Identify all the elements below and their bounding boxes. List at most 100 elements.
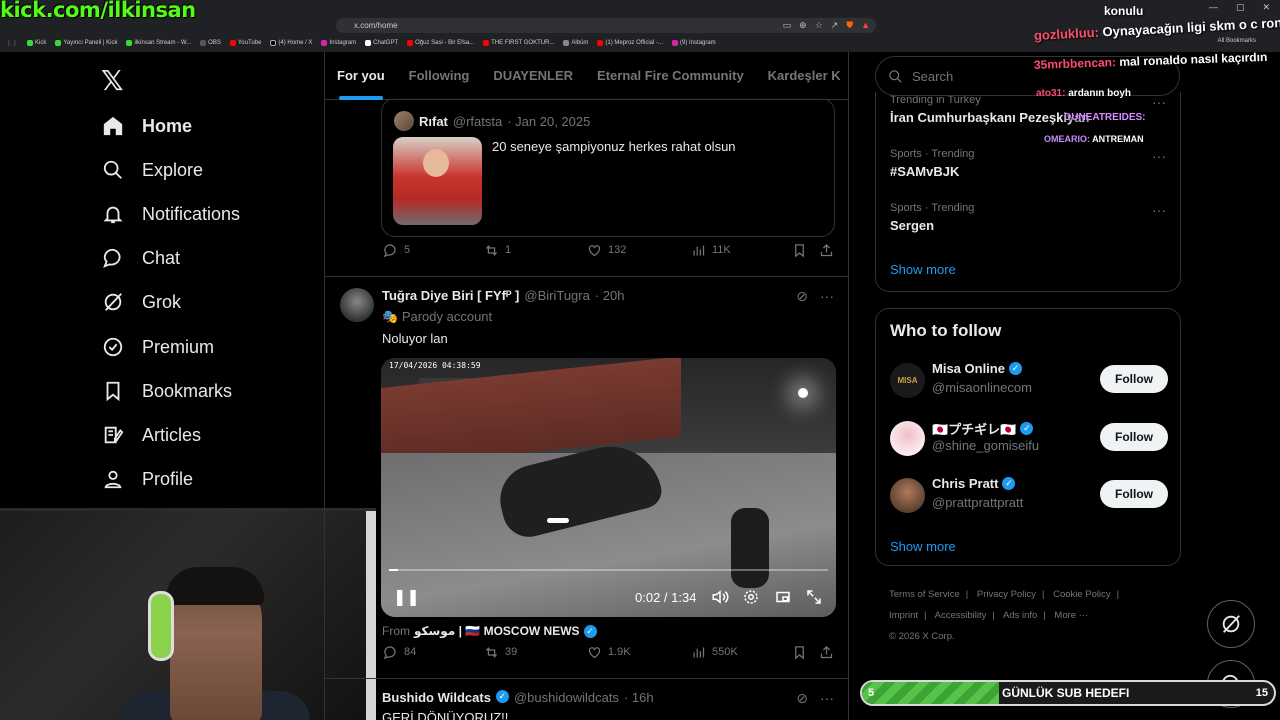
bookmark-button[interactable] xyxy=(792,645,807,660)
nav-grok[interactable]: Grok xyxy=(102,287,181,317)
bookmark-6[interactable]: Instagram xyxy=(321,40,356,46)
nav-articles[interactable]: Articles xyxy=(102,420,201,450)
share-icon[interactable]: ↗ xyxy=(831,20,839,31)
repost-button[interactable]: 1 xyxy=(484,243,511,258)
avatar[interactable] xyxy=(890,421,925,456)
quoted-author-name[interactable]: Rıfat xyxy=(419,114,448,129)
post-author-handle[interactable]: @bushidowildcats xyxy=(514,690,619,705)
bookmark-button[interactable] xyxy=(792,243,807,258)
follow-suggestion[interactable]: Chris Pratt ✓ @prattprattpratt Follow xyxy=(890,476,1168,516)
cast-icon[interactable]: ▭ xyxy=(783,20,792,31)
grok-fab-button[interactable] xyxy=(1207,600,1255,648)
bookmark-8[interactable]: Oğuz Sasi - Bir Efsa... xyxy=(407,40,474,46)
rewards-icon[interactable]: ▲ xyxy=(861,20,870,31)
trend-item[interactable]: Sports · Trending #SAMvBJK xyxy=(890,148,974,179)
footer-imprint[interactable]: Imprint xyxy=(889,610,918,621)
star-icon[interactable]: ☆ xyxy=(815,20,823,31)
source-account[interactable]: موسكو | 🇷🇺 MOSCOW NEWS xyxy=(414,624,580,638)
bookmark-12[interactable]: (9) Instagram xyxy=(672,40,716,46)
bookmark-9[interactable]: THE FIRST GOKTUR... xyxy=(483,40,554,46)
post-author-name[interactable]: Bushido Wildcats xyxy=(382,690,491,705)
tab-kardesler[interactable]: Kardeşler K xyxy=(756,52,848,100)
tab-following[interactable]: Following xyxy=(397,52,482,100)
bookmark-11[interactable]: (1) Meproz Official -... xyxy=(597,40,663,46)
address-bar[interactable]: x.com/home ▭ ⊕ ☆ ↗ ⛊ ▲ xyxy=(336,18,876,33)
like-button[interactable]: 1.9K xyxy=(587,645,631,660)
minimize-icon[interactable]: — xyxy=(1209,2,1218,13)
post-author-handle[interactable]: @BiriTugra xyxy=(524,288,589,303)
reply-button[interactable]: 5 xyxy=(383,243,410,258)
avatar[interactable] xyxy=(394,111,414,131)
reply-button[interactable]: 84 xyxy=(383,645,416,660)
more-icon[interactable]: ··· xyxy=(820,690,834,707)
follow-show-more[interactable]: Show more xyxy=(890,539,956,554)
nav-bookmarks[interactable]: Bookmarks xyxy=(102,376,232,406)
more-icon[interactable]: ··· xyxy=(1152,94,1166,110)
bookmark-1[interactable]: Yayıncı Paneli | Kick xyxy=(55,40,117,46)
follow-suggestion[interactable]: 🇯🇵プチギレ🇯🇵 ✓ @shine_gomiseifu Follow xyxy=(890,419,1168,459)
pause-icon[interactable]: ❚❚ xyxy=(393,587,420,607)
follow-button[interactable]: Follow xyxy=(1100,480,1168,508)
footer-ads-info[interactable]: Ads info xyxy=(1003,610,1037,621)
nav-profile[interactable]: Profile xyxy=(102,464,193,494)
footer-privacy[interactable]: Privacy Policy xyxy=(977,589,1036,600)
x-logo-icon[interactable]: 𝕏 xyxy=(101,64,124,97)
volume-icon[interactable] xyxy=(711,588,729,606)
video-player[interactable]: 17/04/2026 04:38:59 ❚❚ 0:02 / 1:34 xyxy=(381,358,836,617)
tab-eternal-fire[interactable]: Eternal Fire Community xyxy=(585,52,756,100)
bookmark-5[interactable]: (4) Home / X xyxy=(270,40,312,46)
grok-icon[interactable]: ⊘ xyxy=(796,288,808,305)
picture-in-picture-icon[interactable] xyxy=(774,588,792,606)
post-author-name[interactable]: Tuğra Diye Biri [ FYfᴾ ] xyxy=(382,288,519,303)
more-icon[interactable]: ··· xyxy=(1152,148,1166,164)
tab-duayenler[interactable]: DUAYENLER xyxy=(481,52,585,100)
post-time[interactable]: · 16h xyxy=(624,690,654,705)
nav-chat[interactable]: Chat xyxy=(102,243,180,273)
nav-home[interactable]: Home xyxy=(102,111,192,141)
footer-accessibility[interactable]: Accessibility xyxy=(935,610,987,621)
post-time[interactable]: · 20h xyxy=(595,288,625,303)
footer-cookies[interactable]: Cookie Policy xyxy=(1053,589,1111,600)
share-button[interactable] xyxy=(819,243,834,258)
avatar[interactable]: MISA xyxy=(890,363,925,398)
apps-icon[interactable]: ⋮⋮ xyxy=(6,40,18,47)
follow-button[interactable]: Follow xyxy=(1100,365,1168,393)
fullscreen-icon[interactable] xyxy=(805,588,823,606)
follow-suggestion[interactable]: MISA Misa Online ✓ @misaonlinecom Follow xyxy=(890,361,1168,401)
more-icon[interactable]: ··· xyxy=(1152,202,1166,218)
tab-for-you[interactable]: For you xyxy=(325,52,397,100)
quoted-author-handle[interactable]: @rfatsta xyxy=(453,114,502,129)
bookmark-7[interactable]: ChatGPT xyxy=(365,40,398,46)
nav-premium[interactable]: Premium xyxy=(102,332,214,362)
bookmark-4[interactable]: YouTube xyxy=(229,40,261,46)
views-button[interactable]: 11K xyxy=(691,243,731,258)
trend-item[interactable]: Sports · Trending Sergen xyxy=(890,202,974,233)
quoted-post[interactable]: Rıfat @rfatsta · Jan 20, 2025 20 seneye … xyxy=(381,98,835,237)
footer-terms[interactable]: Terms of Service xyxy=(889,589,960,600)
trends-show-more[interactable]: Show more xyxy=(890,262,956,277)
settings-icon[interactable] xyxy=(742,588,760,606)
bookmark-3[interactable]: OBS xyxy=(200,40,221,46)
footer-more[interactable]: More ··· xyxy=(1054,610,1088,621)
views-button[interactable]: 550K xyxy=(691,645,738,660)
brave-shield-icon[interactable]: ⛊ xyxy=(846,20,853,31)
quoted-date[interactable]: · Jan 20, 2025 xyxy=(507,114,590,129)
share-button[interactable] xyxy=(819,645,834,660)
zoom-icon[interactable]: ⊕ xyxy=(799,20,807,31)
nav-notifications[interactable]: Notifications xyxy=(102,199,240,229)
repost-button[interactable]: 39 xyxy=(484,645,517,660)
search-input[interactable]: Search xyxy=(875,56,1180,96)
grok-icon[interactable]: ⊘ xyxy=(796,690,808,707)
all-bookmarks[interactable]: All Bookmarks xyxy=(1218,38,1256,44)
avatar[interactable] xyxy=(340,288,374,322)
more-icon[interactable]: ··· xyxy=(820,288,834,305)
video-progress-bar[interactable] xyxy=(389,569,828,571)
avatar[interactable] xyxy=(890,478,925,513)
maximize-icon[interactable]: ▢ xyxy=(1236,2,1245,13)
bookmark-2[interactable]: ilkinsan Stream - W... xyxy=(126,40,191,46)
trend-item[interactable]: Trending in Turkey İran Cumhurbaşkanı Pe… xyxy=(890,94,1089,125)
quoted-post-image[interactable] xyxy=(393,137,482,225)
bookmark-10[interactable]: Albüm xyxy=(563,40,588,46)
follow-button[interactable]: Follow xyxy=(1100,423,1168,451)
close-icon[interactable]: ✕ xyxy=(1262,2,1270,13)
